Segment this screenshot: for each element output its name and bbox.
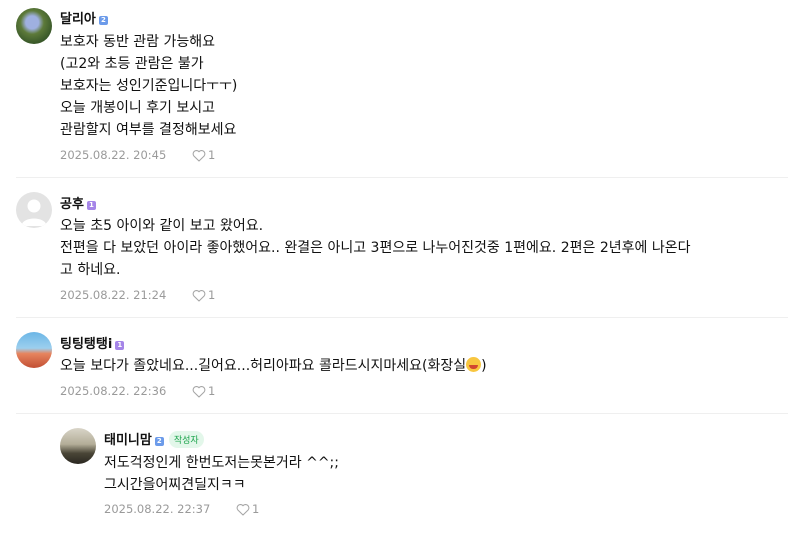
like-button[interactable]: 1: [192, 288, 215, 302]
comment-date: 2025.08.22. 21:24: [60, 288, 167, 302]
default-avatar-icon: [21, 199, 47, 226]
comment-text: 오늘 보다가 졸았네요...길어요...허리아파요 콜라드시지마세요(화장실): [60, 357, 487, 374]
avatar[interactable]: [16, 8, 52, 44]
comment-text: 오늘 초5 아이와 같이 보고 왔어요. 전편을 다 보았던 아이라 좋아했어요…: [60, 218, 691, 278]
like-button[interactable]: 1: [192, 384, 215, 398]
heart-outline-icon: [236, 504, 250, 516]
comment-item: 팅팅탱탱i 1 오늘 보다가 졸았네요...길어요...허리아파요 콜라드시지마세…: [0, 318, 788, 414]
like-button[interactable]: 1: [236, 502, 259, 516]
avatar[interactable]: [60, 428, 96, 464]
comment-item: 공후 1 오늘 초5 아이와 같이 보고 왔어요. 전편을 다 보았던 아이라 좋…: [0, 178, 788, 318]
comment-nickname[interactable]: 공후 1: [60, 193, 96, 212]
like-count: 1: [207, 384, 216, 398]
comment-date: 2025.08.22. 20:45: [60, 148, 167, 162]
like-button[interactable]: 1: [192, 148, 215, 162]
comment-nickname[interactable]: 팅팅탱탱i 1: [60, 333, 125, 352]
level-badge: 2: [154, 437, 164, 446]
like-count: 1: [251, 502, 260, 516]
comment-item: 달리아 2 보호자 동반 관람 가능해요 (고2와 초등 관람은 불가 보호자는 …: [0, 0, 788, 178]
author-badge: 작성자: [168, 431, 204, 448]
reply-item: 태미니맘 2 작성자 저도걱정인게 한번도저는못본거라 ^^;; 그시간을어찌견딜지…: [0, 414, 788, 535]
heart-outline-icon: [192, 290, 206, 302]
comment-meta: 2025.08.22. 21:24 1: [60, 288, 215, 302]
comment-date: 2025.08.22. 22:36: [60, 384, 167, 398]
heart-outline-icon: [192, 150, 206, 162]
comment-meta: 2025.08.22. 22:37 1: [104, 502, 259, 516]
avatar[interactable]: [16, 192, 52, 228]
like-count: 1: [207, 288, 216, 302]
comment-date: 2025.08.22. 22:37: [104, 502, 211, 516]
laughing-emoji-icon: [466, 357, 482, 372]
like-count: 1: [207, 148, 216, 162]
comment-text: 저도걱정인게 한번도저는못본거라 ^^;; 그시간을어찌견딜지ㅋㅋ: [104, 455, 339, 493]
comment-text: 보호자 동반 관람 가능해요 (고2와 초등 관람은 불가 보호자는 성인기준입…: [60, 34, 238, 138]
comment-nickname[interactable]: 달리아 2: [60, 8, 108, 27]
level-badge: 2: [98, 16, 108, 25]
comment-meta: 2025.08.22. 20:45 1: [60, 148, 215, 162]
comment-meta: 2025.08.22. 22:36 1: [60, 384, 215, 398]
comment-nickname[interactable]: 태미니맘 2 작성자: [104, 429, 204, 448]
avatar[interactable]: [16, 332, 52, 368]
heart-outline-icon: [192, 386, 206, 398]
level-badge: 1: [86, 201, 96, 210]
level-badge: 1: [115, 341, 125, 350]
